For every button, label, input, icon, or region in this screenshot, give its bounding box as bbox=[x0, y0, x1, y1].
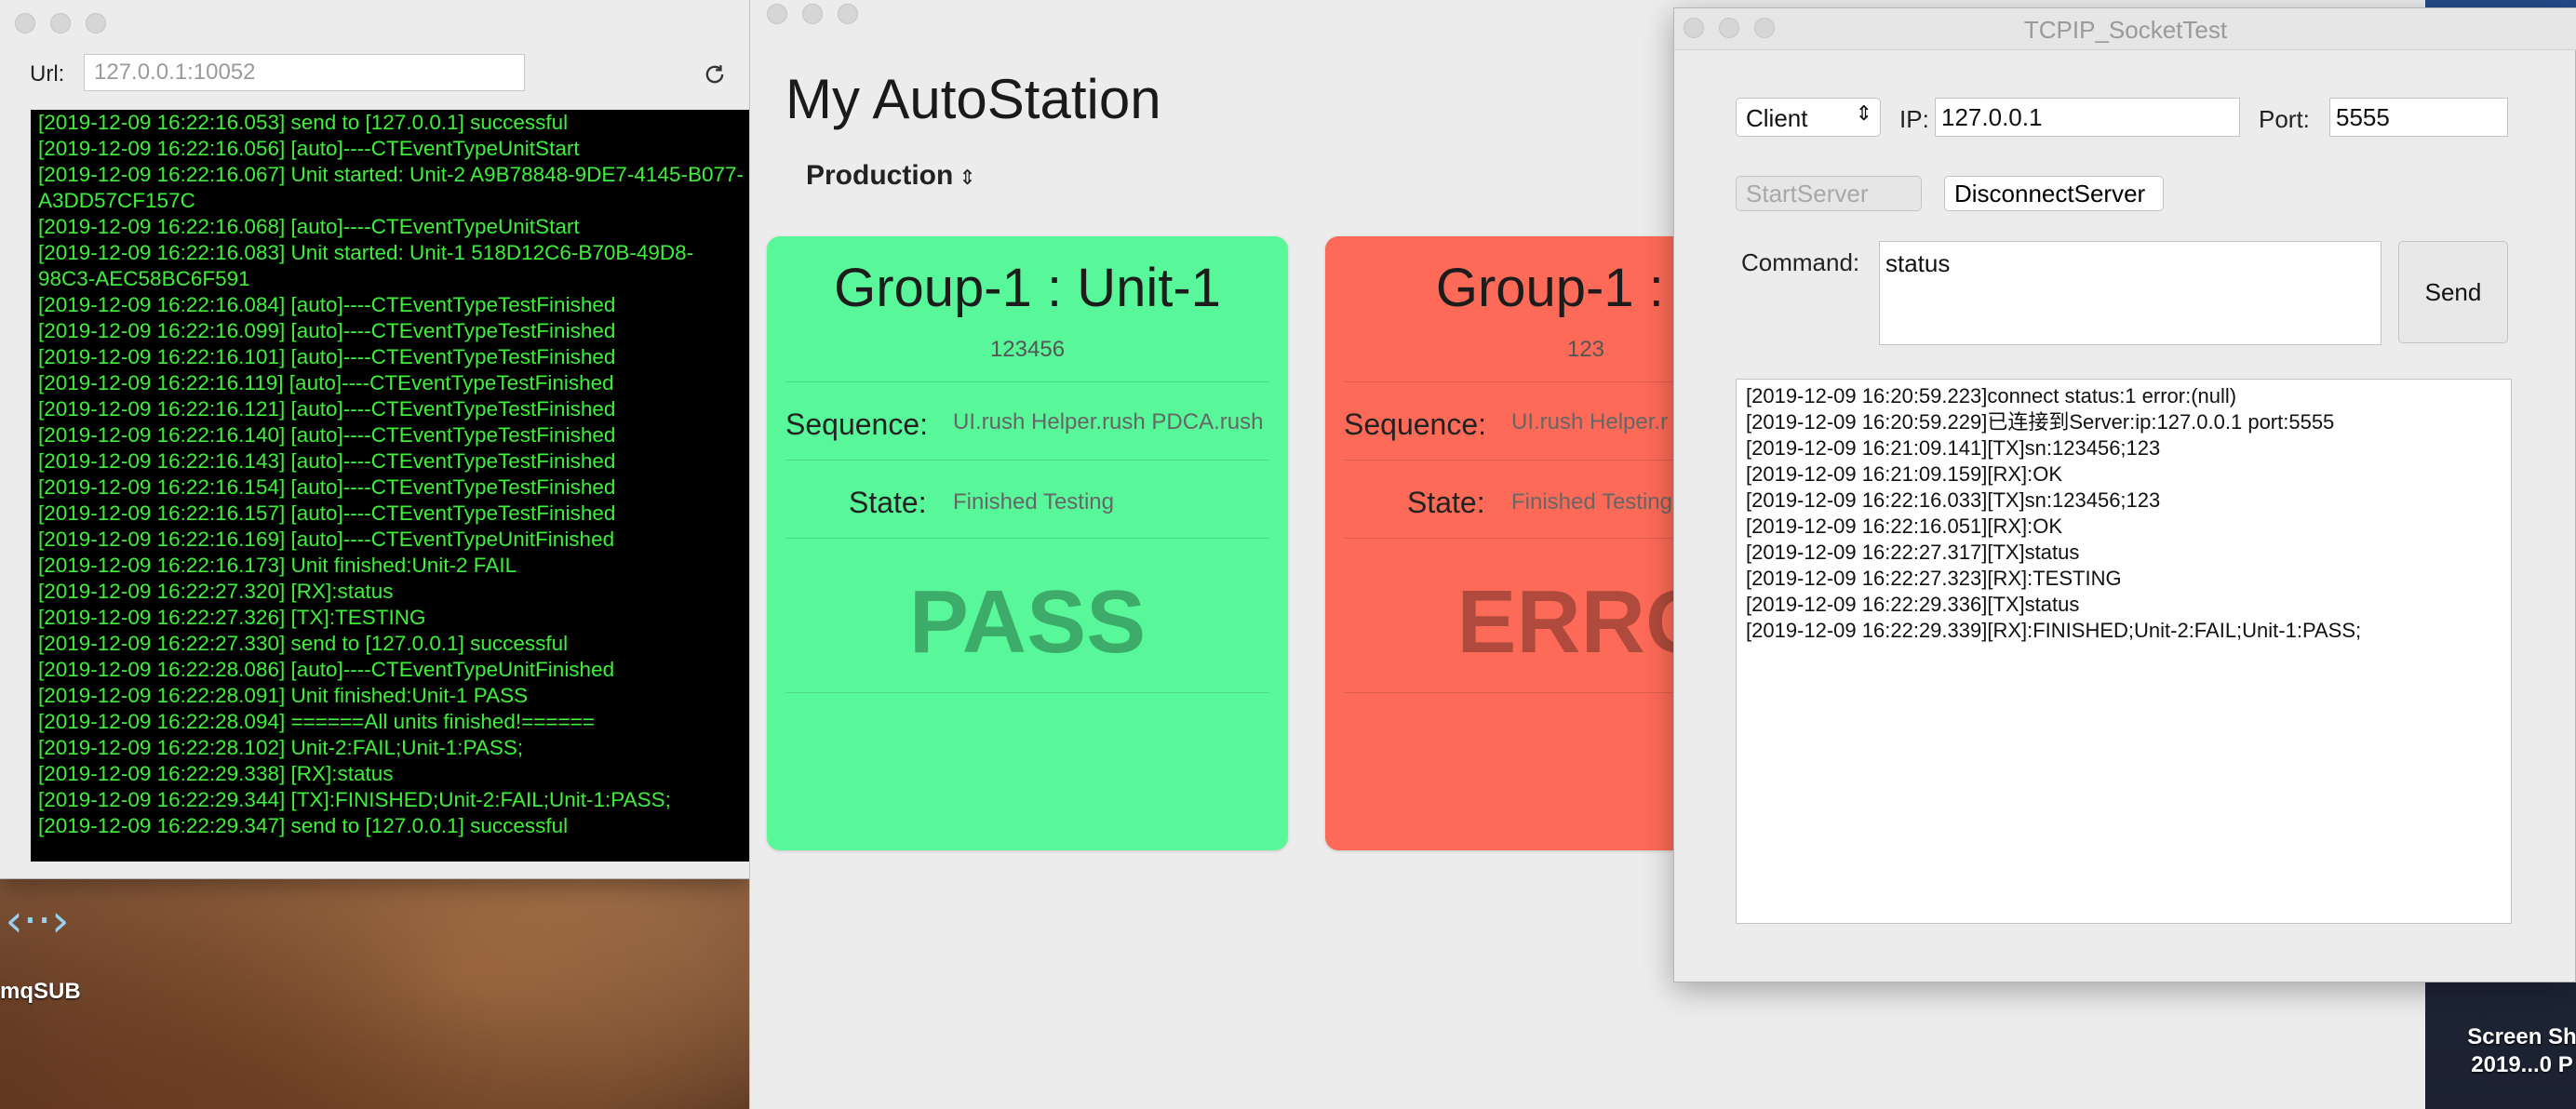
log-line: [2019-12-09 16:22:29.344] [TX]:FINISHED;… bbox=[38, 788, 671, 811]
mqsub-label[interactable]: mqSUB bbox=[0, 979, 81, 1005]
log-line: [2019-12-09 16:22:16.140] [auto]----CTEv… bbox=[38, 423, 616, 447]
log-console[interactable]: [2019-12-09 16:22:16.053] send to [127.0… bbox=[31, 110, 749, 862]
log-line: [2019-12-09 16:22:16.169] [auto]----CTEv… bbox=[38, 528, 615, 551]
log-line: [2019-12-09 16:22:16.101] [auto]----CTEv… bbox=[38, 345, 616, 368]
log-line: [2019-12-09 16:22:16.056] [auto]----CTEv… bbox=[38, 137, 580, 160]
log-line: [2019-12-09 16:22:29.338] [RX]:status bbox=[38, 762, 394, 785]
window-titlebar[interactable]: TCPIP_SocketTest bbox=[1674, 8, 2576, 50]
log-line: [2019-12-09 16:22:16.068] [auto]----CTEv… bbox=[38, 215, 580, 238]
log-line: [2019-12-09 16:22:16.067] Unit started: … bbox=[38, 163, 745, 212]
socket-log-line: [2019-12-09 16:21:09.159][RX]:OK bbox=[1746, 462, 2063, 486]
socket-log-line: [2019-12-09 16:20:59.223]connect status:… bbox=[1746, 384, 2237, 408]
log-line: [2019-12-09 16:22:27.330] send to [127.0… bbox=[38, 632, 569, 655]
log-line: [2019-12-09 16:22:28.086] [auto]----CTEv… bbox=[38, 658, 615, 681]
log-line: [2019-12-09 16:22:16.143] [auto]----CTEv… bbox=[38, 449, 616, 473]
divider bbox=[785, 538, 1269, 539]
socket-log-line: [2019-12-09 16:22:29.339][RX]:FINISHED;U… bbox=[1746, 619, 2362, 642]
window-title: TCPIP_SocketTest bbox=[2023, 16, 2228, 44]
start-server-button[interactable]: StartServer bbox=[1736, 176, 1922, 211]
socket-log-line: [2019-12-09 16:22:27.323][RX]:TESTING bbox=[1746, 567, 2122, 590]
sequence-value: UI.rush Helper.r bbox=[1511, 409, 1669, 434]
socket-log-line: [2019-12-09 16:22:29.336][TX]status bbox=[1746, 593, 2080, 616]
updown-chevron-icon: ⇕ bbox=[1855, 102, 1872, 126]
socket-log-line: [2019-12-09 16:22:16.033][TX]sn:123456;1… bbox=[1746, 488, 2161, 512]
screenshot-file-label[interactable]: Screen Sh 2019...0 P bbox=[2457, 1023, 2576, 1079]
socket-log-line: [2019-12-09 16:22:27.317][TX]status bbox=[1746, 541, 2080, 564]
port-input[interactable] bbox=[2329, 98, 2508, 137]
port-label: Port: bbox=[2259, 105, 2310, 133]
page-title: My AutoStation bbox=[785, 68, 1161, 130]
ip-input[interactable] bbox=[1935, 98, 2240, 137]
log-line: [2019-12-09 16:22:16.099] [auto]----CTEv… bbox=[38, 319, 616, 342]
log-line: [2019-12-09 16:22:28.102] Unit-2:FAIL;Un… bbox=[38, 736, 524, 759]
state-value: Finished Testing bbox=[1511, 489, 1672, 514]
socket-log-line: [2019-12-09 16:21:09.141][TX]sn:123456;1… bbox=[1746, 436, 2161, 460]
divider bbox=[785, 460, 1269, 461]
zoom-button[interactable] bbox=[838, 4, 858, 24]
mode-select[interactable]: Client ⇕ bbox=[1736, 98, 1881, 137]
socket-log-area[interactable]: [2019-12-09 16:20:59.223]connect status:… bbox=[1736, 379, 2512, 924]
log-line: [2019-12-09 16:22:27.326] [TX]:TESTING bbox=[38, 606, 426, 629]
log-line: [2019-12-09 16:22:16.083] Unit started: … bbox=[38, 241, 694, 290]
log-window: Url: [2019-12-09 16:22:16.053] send to [… bbox=[0, 0, 750, 879]
unit-card-pass[interactable]: Group-1 : Unit-1 123456 Sequence: UI.rus… bbox=[767, 236, 1288, 850]
url-input[interactable] bbox=[84, 54, 525, 91]
sequence-label: Sequence: bbox=[785, 408, 929, 441]
close-button[interactable] bbox=[767, 4, 787, 24]
log-line: [2019-12-09 16:22:29.347] send to [127.0… bbox=[38, 814, 569, 837]
mode-select-value: Client bbox=[1746, 104, 1808, 132]
unit-card-title: Group-1 : Unit-1 bbox=[834, 258, 1221, 318]
socket-log-line: [2019-12-09 16:22:16.051][RX]:OK bbox=[1746, 514, 2063, 538]
log-line: [2019-12-09 16:22:16.119] [auto]----CTEv… bbox=[38, 371, 614, 394]
socket-test-window: TCPIP_SocketTest Client ⇕ IP: Port: Star… bbox=[1673, 7, 2576, 982]
state-value: Finished Testing bbox=[953, 489, 1114, 514]
sequence-label: Sequence: bbox=[1344, 408, 1487, 441]
log-line: [2019-12-09 16:22:16.053] send to [127.0… bbox=[38, 111, 569, 134]
send-button[interactable]: Send bbox=[2398, 241, 2508, 343]
log-line: [2019-12-09 16:22:28.094] ======All unit… bbox=[38, 710, 595, 733]
updown-chevron-icon: ⇕ bbox=[959, 167, 976, 190]
log-line: [2019-12-09 16:22:16.121] [auto]----CTEv… bbox=[38, 397, 616, 421]
log-line: [2019-12-09 16:22:28.091] Unit finished:… bbox=[38, 684, 529, 707]
close-button[interactable] bbox=[15, 13, 35, 33]
reload-icon[interactable] bbox=[702, 61, 728, 87]
log-line: [2019-12-09 16:22:16.173] Unit finished:… bbox=[38, 554, 517, 577]
mode-label: Production bbox=[806, 160, 954, 191]
minimize-button[interactable] bbox=[50, 13, 71, 33]
desktop-right-top bbox=[2420, 0, 2576, 7]
divider bbox=[785, 381, 1269, 382]
log-line: [2019-12-09 16:22:16.154] [auto]----CTEv… bbox=[38, 475, 616, 499]
log-line: [2019-12-09 16:22:27.320] [RX]:status bbox=[38, 580, 394, 603]
zoom-button[interactable] bbox=[86, 13, 106, 33]
state-label: State: bbox=[849, 486, 927, 519]
divider bbox=[785, 692, 1269, 693]
socket-log-line: [2019-12-09 16:20:59.229]已连接到Server:ip:1… bbox=[1746, 410, 2335, 434]
result-label: PASS bbox=[908, 572, 1147, 672]
unit-serial-number: 123456 bbox=[989, 337, 1066, 362]
command-label: Command: bbox=[1741, 248, 1860, 276]
mqsub-app-icon[interactable]: ‹··› bbox=[0, 893, 74, 949]
log-line: [2019-12-09 16:22:16.157] [auto]----CTEv… bbox=[38, 501, 616, 525]
disconnect-server-button[interactable]: DisconnectServer bbox=[1944, 176, 2164, 211]
url-label: Url: bbox=[30, 61, 65, 87]
send-button-label: Send bbox=[2424, 277, 2482, 306]
ip-label: IP: bbox=[1899, 105, 1929, 133]
log-line: [2019-12-09 16:22:16.084] [auto]----CTEv… bbox=[38, 293, 616, 316]
minimize-button[interactable] bbox=[802, 4, 823, 24]
mode-selector[interactable]: Production ⇕ bbox=[806, 160, 976, 192]
command-input[interactable]: status bbox=[1879, 241, 2381, 345]
state-label: State: bbox=[1407, 486, 1485, 519]
sequence-value: UI.rush Helper.rush PDCA.rush bbox=[953, 409, 1264, 434]
